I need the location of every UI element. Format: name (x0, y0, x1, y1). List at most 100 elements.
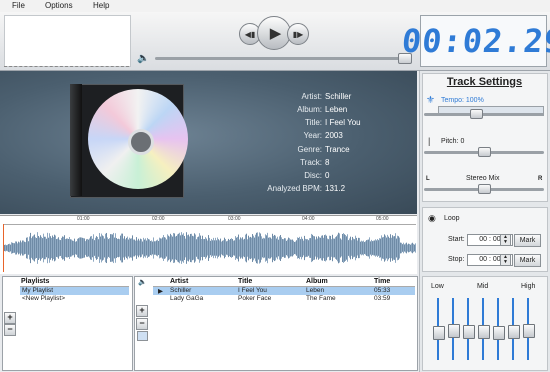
waveform-bar (104, 238, 105, 258)
waveform-bar (61, 237, 62, 259)
column-album[interactable]: Album (306, 278, 328, 285)
waveform-bar (45, 236, 46, 260)
waveform-bar (276, 238, 277, 258)
waveform-bar (230, 238, 231, 258)
waveform-bar (207, 240, 208, 256)
loop-stop-mark-button[interactable]: Mark (514, 254, 541, 267)
loop-stop-spinner[interactable]: ▲ ▼ (500, 254, 511, 266)
menu-options[interactable]: Options (45, 1, 73, 10)
waveform-bar (124, 236, 125, 260)
waveform-bar (133, 239, 134, 257)
waveform-bar (69, 237, 70, 259)
waveform-bar (72, 240, 73, 256)
waveform-bar (121, 233, 122, 263)
stereo-mix-slider-thumb[interactable] (478, 184, 491, 194)
waveform-bar (362, 241, 363, 255)
waveform-bar (180, 235, 181, 261)
album-value: Leben (325, 105, 348, 114)
add-track-button[interactable]: + (136, 305, 148, 317)
loop-start-mark-button[interactable]: Mark (514, 234, 541, 247)
waveform-bar (384, 234, 385, 262)
waveform-bar (320, 237, 321, 259)
column-title[interactable]: Title (238, 278, 252, 285)
waveform-bar (188, 234, 189, 262)
waveform-bar (361, 240, 362, 256)
waveform-bar (197, 237, 198, 259)
menu-help[interactable]: Help (93, 1, 109, 10)
waveform-bar (139, 240, 140, 256)
waveform-bar (172, 236, 173, 260)
play-button[interactable]: ▶ (257, 16, 291, 50)
waveform-bar (363, 240, 364, 256)
eq-band-thumb[interactable] (523, 324, 535, 338)
volume-slider[interactable] (155, 57, 407, 60)
waveform-bar (237, 236, 238, 260)
add-playlist-button[interactable]: + (4, 312, 16, 324)
waveform-bar (53, 236, 54, 260)
waveform-bar (229, 239, 230, 257)
eq-band-thumb[interactable] (463, 325, 475, 339)
eq-band-thumb[interactable] (508, 325, 520, 339)
waveform-bar (343, 233, 344, 263)
pitch-slider-thumb[interactable] (478, 147, 491, 157)
playhead[interactable] (3, 224, 4, 272)
waveform-bar (324, 235, 325, 261)
waveform-bar (105, 233, 106, 263)
waveform-bar (395, 233, 396, 263)
menu-file[interactable]: File (12, 1, 25, 10)
waveform-bar (367, 239, 368, 257)
waveform-bar (149, 239, 150, 257)
remove-playlist-button[interactable]: − (4, 324, 16, 336)
waveform-bar (310, 238, 311, 258)
waveform-bar (49, 233, 50, 263)
eq-band-thumb[interactable] (478, 325, 490, 339)
waveform-bar (270, 237, 271, 259)
playlist-item-label: My Playlist (22, 287, 54, 294)
eq-band-thumb[interactable] (493, 326, 505, 340)
waveform-bar (184, 236, 185, 260)
waveform-bar (209, 237, 210, 259)
playlist-item[interactable]: My Playlist (20, 287, 129, 295)
waveform-bar (315, 239, 316, 257)
loop-start-spinner[interactable]: ▲ ▼ (500, 234, 511, 246)
loop-icon[interactable]: ◉ (428, 213, 436, 224)
waveform-bar (303, 240, 304, 256)
track-time-cell: 05:33 (374, 287, 391, 294)
visualizer-display (4, 15, 131, 67)
stereo-right-label: R (538, 176, 543, 182)
column-artist[interactable]: Artist (170, 278, 188, 285)
waveform-bar (158, 241, 159, 255)
waveform-bar (285, 238, 286, 258)
waveform-bar (125, 239, 126, 257)
track-number-value: 8 (325, 158, 330, 167)
eq-band-thumb[interactable] (433, 326, 445, 340)
track-title-cell: I Feel You (238, 287, 267, 294)
waveform-bar (414, 244, 415, 252)
eq-band-thumb[interactable] (448, 324, 460, 338)
waveform-bar (214, 240, 215, 256)
title-value: I Feel You (325, 118, 361, 127)
remove-track-button[interactable]: − (136, 318, 148, 330)
waveform-bar (391, 237, 392, 259)
waveform-bar (19, 242, 20, 254)
waveform-bar (146, 240, 147, 256)
waveform-bar (216, 240, 217, 256)
waveform-bar (8, 244, 9, 252)
playlist-item[interactable]: <New Playlist> (20, 295, 129, 303)
waveform-bar (288, 237, 289, 259)
column-time[interactable]: Time (374, 278, 390, 285)
waveform-bar (202, 235, 203, 261)
waveform-bar (95, 237, 96, 259)
queue-icon[interactable] (137, 331, 148, 341)
tempo-slider[interactable] (424, 113, 544, 116)
tempo-slider-thumb[interactable] (470, 109, 483, 119)
playlist-item-label: <New Playlist> (22, 295, 65, 302)
waveform-bar (151, 240, 152, 256)
waveform-bar (15, 241, 16, 255)
title-label: Title: (304, 118, 322, 127)
waveform-bar (415, 243, 416, 253)
waveform-bar (185, 238, 186, 258)
track-artist-cell: Lady GaGa (170, 295, 204, 302)
next-button[interactable]: ▮▶ (287, 23, 309, 45)
waveform-bar (287, 239, 288, 257)
